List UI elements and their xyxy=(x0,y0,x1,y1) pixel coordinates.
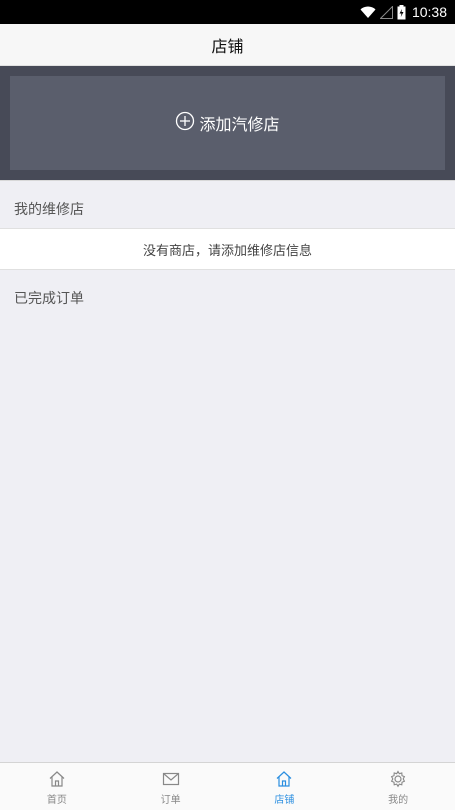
tab-store[interactable]: 店铺 xyxy=(228,763,342,810)
home-icon xyxy=(48,769,66,789)
title-bar: 店铺 xyxy=(0,24,455,66)
completed-orders-header[interactable]: 已完成订单 xyxy=(0,270,455,326)
tab-profile-label: 我的 xyxy=(388,795,409,806)
signal-icon xyxy=(379,5,393,19)
empty-shops-message: 没有商店，请添加维修店信息 xyxy=(0,228,455,270)
empty-shops-text: 没有商店，请添加维修店信息 xyxy=(142,243,312,259)
gear-icon xyxy=(389,769,407,789)
add-repair-shop-label: 添加汽修店 xyxy=(199,115,280,134)
plus-circle-icon xyxy=(175,111,195,135)
tab-home[interactable]: 首页 xyxy=(0,763,114,810)
store-icon xyxy=(275,769,293,789)
tab-home-label: 首页 xyxy=(46,795,67,806)
bottom-tab-bar: 首页 订单 店铺 我的 xyxy=(0,762,455,810)
tab-orders-label: 订单 xyxy=(160,795,181,806)
status-bar: 10:38 xyxy=(0,0,455,24)
page-title: 店铺 xyxy=(211,36,244,56)
tab-profile[interactable]: 我的 xyxy=(341,763,455,810)
tab-orders[interactable]: 订单 xyxy=(114,763,228,810)
hero-banner: 添加汽修店 xyxy=(0,66,455,180)
add-repair-shop-button[interactable]: 添加汽修店 xyxy=(10,76,445,170)
wifi-icon xyxy=(360,6,376,19)
status-time: 10:38 xyxy=(411,4,447,20)
tab-store-label: 店铺 xyxy=(274,795,295,806)
my-repair-shops-header: 我的维修店 xyxy=(0,180,455,228)
battery-icon xyxy=(397,4,406,20)
mail-icon xyxy=(162,769,180,789)
